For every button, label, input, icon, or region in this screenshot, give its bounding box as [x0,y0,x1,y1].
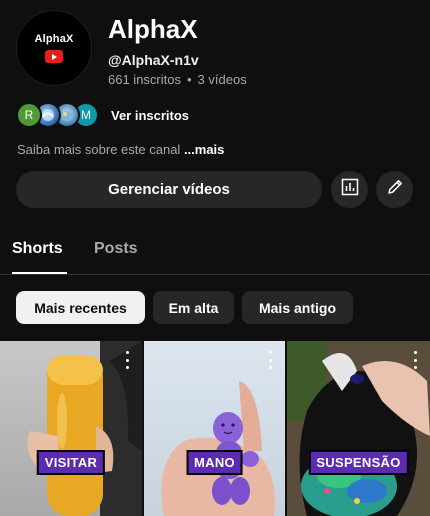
more-options-icon[interactable] [408,351,422,369]
short-title-overlay: SUSPENSÃO [308,450,409,475]
short-title-overlay: MANO [186,450,243,475]
filter-chip-recent[interactable]: Mais recentes [16,291,145,324]
stats-separator: • [186,72,192,87]
avatar-text: AlphaX [34,33,74,45]
shorts-grid: VISITAR MANO SUSPENSÃO [0,341,430,516]
more-options-icon[interactable] [263,351,277,369]
pencil-icon [386,178,404,201]
short-title-overlay: VISITAR [36,450,106,475]
about-text: Saiba mais sobre este canal [17,142,181,157]
channel-handle: @AlphaX-n1v [108,52,199,68]
channel-avatar[interactable]: AlphaX [16,10,92,86]
see-subscribers-link[interactable]: Ver inscritos [111,108,189,123]
more-options-icon[interactable] [120,351,134,369]
subscriber-initial: R [24,108,34,122]
subscribers-preview[interactable]: R M Ver inscritos [16,101,189,129]
video-count: 3 vídeos [197,72,247,87]
channel-header: AlphaX AlphaX @AlphaX-n1v 661 inscritos … [16,10,416,90]
analytics-icon [341,178,359,201]
short-thumbnail[interactable]: MANO [144,341,285,516]
subscriber-avatar: R [16,102,42,128]
manage-videos-button[interactable]: Gerenciar vídeos [16,171,322,208]
youtube-logo-icon [45,50,63,63]
subscriber-count: 661 inscritos [108,72,181,87]
tab-shorts[interactable]: Shorts [12,240,63,258]
active-tab-indicator [12,272,67,274]
edit-channel-button[interactable] [376,171,413,208]
tab-posts[interactable]: Posts [94,240,138,258]
analytics-button[interactable] [331,171,368,208]
channel-about[interactable]: Saiba mais sobre este canal ...mais [17,142,224,157]
short-thumbnail[interactable]: VISITAR [0,341,142,516]
channel-name: AlphaX [108,14,198,44]
channel-tabs: Shorts Posts [0,230,430,275]
about-more-link[interactable]: ...mais [184,142,224,157]
filter-chip-oldest[interactable]: Mais antigo [242,291,353,324]
subscriber-initial: M [81,108,91,122]
channel-stats: 661 inscritos • 3 vídeos [108,72,247,87]
short-thumbnail[interactable]: SUSPENSÃO [287,341,430,516]
filter-chip-popular[interactable]: Em alta [153,291,234,324]
